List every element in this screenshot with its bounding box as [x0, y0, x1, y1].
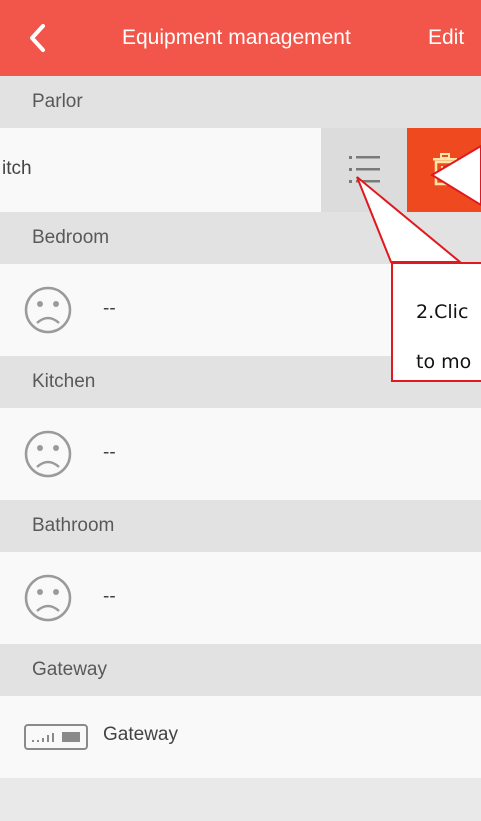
device-row-kitchen[interactable]: --	[0, 408, 481, 500]
list-icon	[349, 156, 380, 183]
device-label: --	[103, 586, 116, 607]
section-title: Parlor	[32, 91, 83, 112]
callout-text-line2: to mo	[416, 351, 472, 373]
device-row-parlor[interactable]: itch	[0, 128, 481, 212]
trash-icon	[433, 153, 457, 186]
device-label: Gateway	[103, 724, 178, 745]
device-label: itch	[2, 158, 32, 179]
gateway-device-icon	[24, 724, 88, 750]
section-header-parlor: Parlor	[0, 76, 481, 128]
sad-face-icon	[24, 430, 72, 478]
section-header-bathroom: Bathroom	[0, 500, 481, 552]
section-title: Bathroom	[32, 515, 115, 536]
section-header-bedroom: Bedroom	[0, 212, 481, 264]
back-button[interactable]	[18, 18, 58, 58]
callout-text-line1: 2.Clic	[416, 301, 469, 323]
device-row-bathroom[interactable]: --	[0, 552, 481, 644]
chevron-left-icon	[30, 24, 45, 52]
section-title: Kitchen	[32, 371, 96, 392]
instruction-callout: 2.Clic to mo	[391, 262, 481, 382]
sad-face-icon	[24, 286, 72, 334]
sad-face-icon	[24, 574, 72, 622]
device-row-gateway[interactable]: Gateway	[0, 696, 481, 778]
app-header: Equipment management Edit	[0, 0, 481, 76]
delete-button[interactable]	[407, 128, 481, 212]
list-footer-space	[0, 778, 481, 821]
move-menu-button[interactable]	[321, 128, 407, 212]
section-header-gateway: Gateway	[0, 644, 481, 696]
device-label: --	[103, 442, 116, 463]
section-title: Gateway	[32, 659, 107, 680]
edit-button[interactable]: Edit	[428, 0, 464, 76]
page-title: Equipment management	[122, 26, 351, 49]
device-label: --	[103, 298, 116, 319]
section-title: Bedroom	[32, 227, 110, 248]
